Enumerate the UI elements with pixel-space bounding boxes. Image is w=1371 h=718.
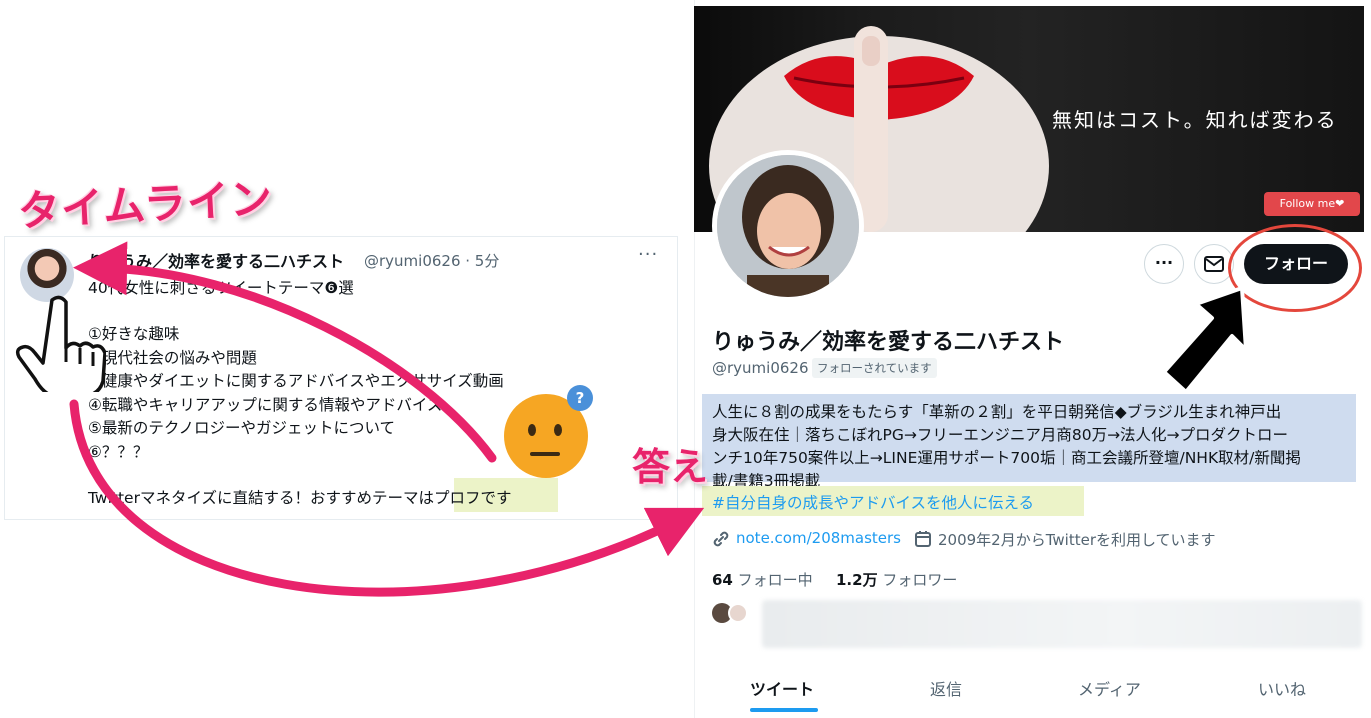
tweet-handle-time: @ryumi0626 · 5分 [364, 252, 500, 270]
tweet-text-line: ④転職やキャリアアップに関する情報やアドバイス [88, 396, 443, 414]
profile-name: りゅうみ／効率を愛する二ハチスト [712, 330, 1065, 355]
profile-avatar[interactable] [712, 150, 864, 302]
tab-likes[interactable]: いいね [1258, 676, 1306, 700]
bio-line: ンチ10年750案件以上→LINE運用サポート700垢｜商工会議所登壇/NHK取… [712, 449, 1301, 467]
tweet-author-name[interactable]: りゅうみ／効率を愛する二ハチスト [88, 248, 344, 272]
tweet-text-line: ③健康やダイエットに関するアドバイスやエクササイズ動画 [88, 372, 504, 390]
bio-line: 人生に８割の成果をもたらす「革新の２割」を平日朝発信◆ブラジル生まれ神戸出 [712, 403, 1282, 421]
mail-icon [1204, 256, 1224, 272]
blurred-followed-by-text [762, 600, 1362, 648]
tab-tweets[interactable]: ツイート [750, 676, 814, 700]
svg-text:?: ? [576, 389, 585, 407]
avatar-photo [717, 155, 859, 297]
followers-label: フォロワー [882, 571, 958, 589]
timeline-annotation-label: タイムライン [16, 173, 275, 236]
profile-website-link[interactable]: note.com/208masters [736, 529, 901, 547]
pointing-hand-icon [15, 295, 106, 392]
profile-more-button[interactable]: ··· [1144, 244, 1184, 284]
tweet-text-line: Twitterマネタイズに直結する！おすすめテーマはプロフです [88, 489, 512, 507]
answer-annotation-label: 答え [632, 445, 709, 489]
follows-you-badge: フォローされています [812, 358, 937, 378]
followers-count-link[interactable]: 1.2万 フォロワー [836, 569, 957, 590]
profile-handle: @ryumi0626 [712, 359, 809, 377]
tab-media[interactable]: メディア [1078, 676, 1141, 700]
banner-caption: 無知はコスト。知れば変わる [1052, 108, 1338, 132]
calendar-icon [915, 531, 931, 547]
follow-me-badge: Follow me❤ [1264, 192, 1360, 216]
bio-hashtag-link[interactable]: #自分自身の成長やアドバイスを他人に伝える [712, 491, 1034, 513]
bio-line: 身大阪在住｜落ちこぼれPG→フリーエンジニア月商80万→法人化→プロダクトロー [712, 426, 1289, 444]
followed-by-avatars[interactable] [712, 602, 752, 624]
active-tab-indicator [750, 708, 818, 712]
link-icon [713, 531, 729, 547]
tweet-text-line: ⑥？？？ [88, 443, 149, 461]
following-label: フォロー中 [737, 571, 813, 589]
tweet-text-line: 40代女性に刺さるツイートテーマ❻選 [88, 279, 354, 297]
tweet-more-button[interactable]: ··· [638, 244, 658, 265]
tweet-text-line: ⑤最新のテクノロジーやガジェットについて [88, 419, 396, 437]
followers-count: 1.2万 [836, 571, 878, 589]
cursor-arrow-icon [1162, 286, 1248, 394]
thinking-face-icon: ? [504, 385, 593, 478]
following-count: 64 [712, 571, 733, 589]
join-date: 2009年2月からTwitterを利用しています [938, 531, 1216, 549]
tab-replies[interactable]: 返信 [930, 676, 962, 700]
following-count-link[interactable]: 64 フォロー中 [712, 569, 813, 590]
tweet-text-line: ②現代社会の悩みや問題 [88, 349, 257, 367]
